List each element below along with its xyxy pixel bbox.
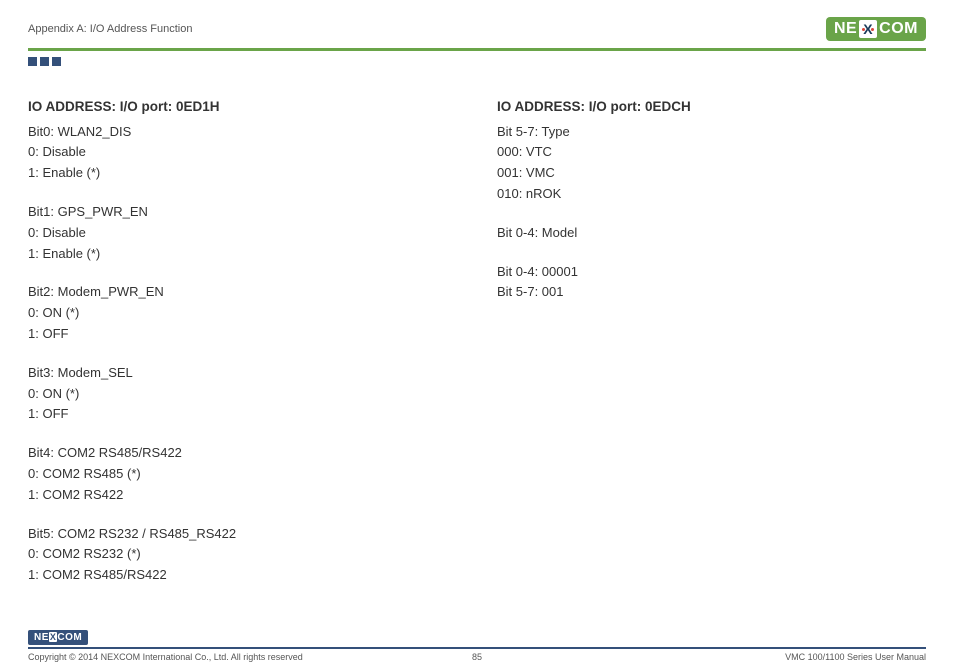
footer-logo: NEXCOM — [28, 630, 88, 645]
page-header: Appendix A: I/O Address Function NE X CO… — [28, 12, 926, 46]
bit0-label: Bit0: WLAN2_DIS — [28, 122, 457, 143]
model-label: Bit 0-4: Model — [497, 223, 926, 244]
type-block: Bit 5-7: Type 000: VTC 001: VMC 010: nRO… — [497, 122, 926, 205]
bit2-label: Bit2: Modem_PWR_EN — [28, 282, 457, 303]
bit2-val1: 1: OFF — [28, 324, 457, 345]
bit5-val1: 1: COM2 RS485/RS422 — [28, 565, 457, 586]
bit1-label: Bit1: GPS_PWR_EN — [28, 202, 457, 223]
bit2-block: Bit2: Modem_PWR_EN 0: ON (*) 1: OFF — [28, 282, 457, 344]
footer-logo-com: COM — [57, 632, 82, 643]
header-divider — [28, 48, 926, 51]
bit3-val1: 1: OFF — [28, 404, 457, 425]
header-title: Appendix A: I/O Address Function — [28, 23, 192, 35]
bit4-block: Bit4: COM2 RS485/RS422 0: COM2 RS485 (*)… — [28, 443, 457, 505]
logo-text-com: COM — [879, 20, 918, 38]
logo-text-x: X — [859, 20, 877, 38]
bit4-label: Bit4: COM2 RS485/RS422 — [28, 443, 457, 464]
logo-box: NE X COM — [826, 17, 926, 41]
document-title: VMC 100/1100 Series User Manual — [785, 652, 926, 662]
logo-text-ne: NE — [834, 20, 857, 38]
bit5-val0: 0: COM2 RS232 (*) — [28, 544, 457, 565]
copyright-text: Copyright © 2014 NEXCOM International Co… — [28, 652, 303, 662]
bit0-block: Bit0: WLAN2_DIS 0: Disable 1: Enable (*) — [28, 122, 457, 184]
square-icon — [40, 57, 49, 66]
right-column: IO ADDRESS: I/O port: 0EDCH Bit 5-7: Typ… — [477, 96, 926, 604]
type-label: Bit 5-7: Type — [497, 122, 926, 143]
bit1-val0: 0: Disable — [28, 223, 457, 244]
bit5-label: Bit5: COM2 RS232 / RS485_RS422 — [28, 524, 457, 545]
bit1-block: Bit1: GPS_PWR_EN 0: Disable 1: Enable (*… — [28, 202, 457, 264]
type-010: 010: nROK — [497, 184, 926, 205]
bit3-label: Bit3: Modem_SEL — [28, 363, 457, 384]
type-001: 001: VMC — [497, 163, 926, 184]
bit1-val1: 1: Enable (*) — [28, 244, 457, 265]
square-icon — [28, 57, 37, 66]
type-000: 000: VTC — [497, 142, 926, 163]
bit0-val1: 1: Enable (*) — [28, 163, 457, 184]
bit0-val0: 0: Disable — [28, 142, 457, 163]
bit4-val1: 1: COM2 RS422 — [28, 485, 457, 506]
bit4-val0: 0: COM2 RS485 (*) — [28, 464, 457, 485]
content-area: IO ADDRESS: I/O port: 0ED1H Bit0: WLAN2_… — [28, 96, 926, 604]
bit04-value: Bit 0-4: 00001 — [497, 262, 926, 283]
footer-logo-ne: NE — [34, 632, 49, 643]
page-number: 85 — [472, 652, 482, 662]
model-block: Bit 0-4: Model — [497, 223, 926, 244]
bit3-block: Bit3: Modem_SEL 0: ON (*) 1: OFF — [28, 363, 457, 425]
bit57-value: Bit 5-7: 001 — [497, 282, 926, 303]
page-footer: NEXCOM Copyright © 2014 NEXCOM Internati… — [28, 627, 926, 662]
footer-divider — [28, 647, 926, 649]
bit3-val0: 0: ON (*) — [28, 384, 457, 405]
value-block: Bit 0-4: 00001 Bit 5-7: 001 — [497, 262, 926, 304]
section-title-right: IO ADDRESS: I/O port: 0EDCH — [497, 96, 926, 118]
section-title-left: IO ADDRESS: I/O port: 0ED1H — [28, 96, 457, 118]
nexcom-logo: NE X COM — [826, 17, 926, 41]
bit2-val0: 0: ON (*) — [28, 303, 457, 324]
footer-row: Copyright © 2014 NEXCOM International Co… — [28, 652, 926, 662]
decorative-squares — [28, 57, 926, 66]
left-column: IO ADDRESS: I/O port: 0ED1H Bit0: WLAN2_… — [28, 96, 477, 604]
square-icon — [52, 57, 61, 66]
bit5-block: Bit5: COM2 RS232 / RS485_RS422 0: COM2 R… — [28, 524, 457, 586]
